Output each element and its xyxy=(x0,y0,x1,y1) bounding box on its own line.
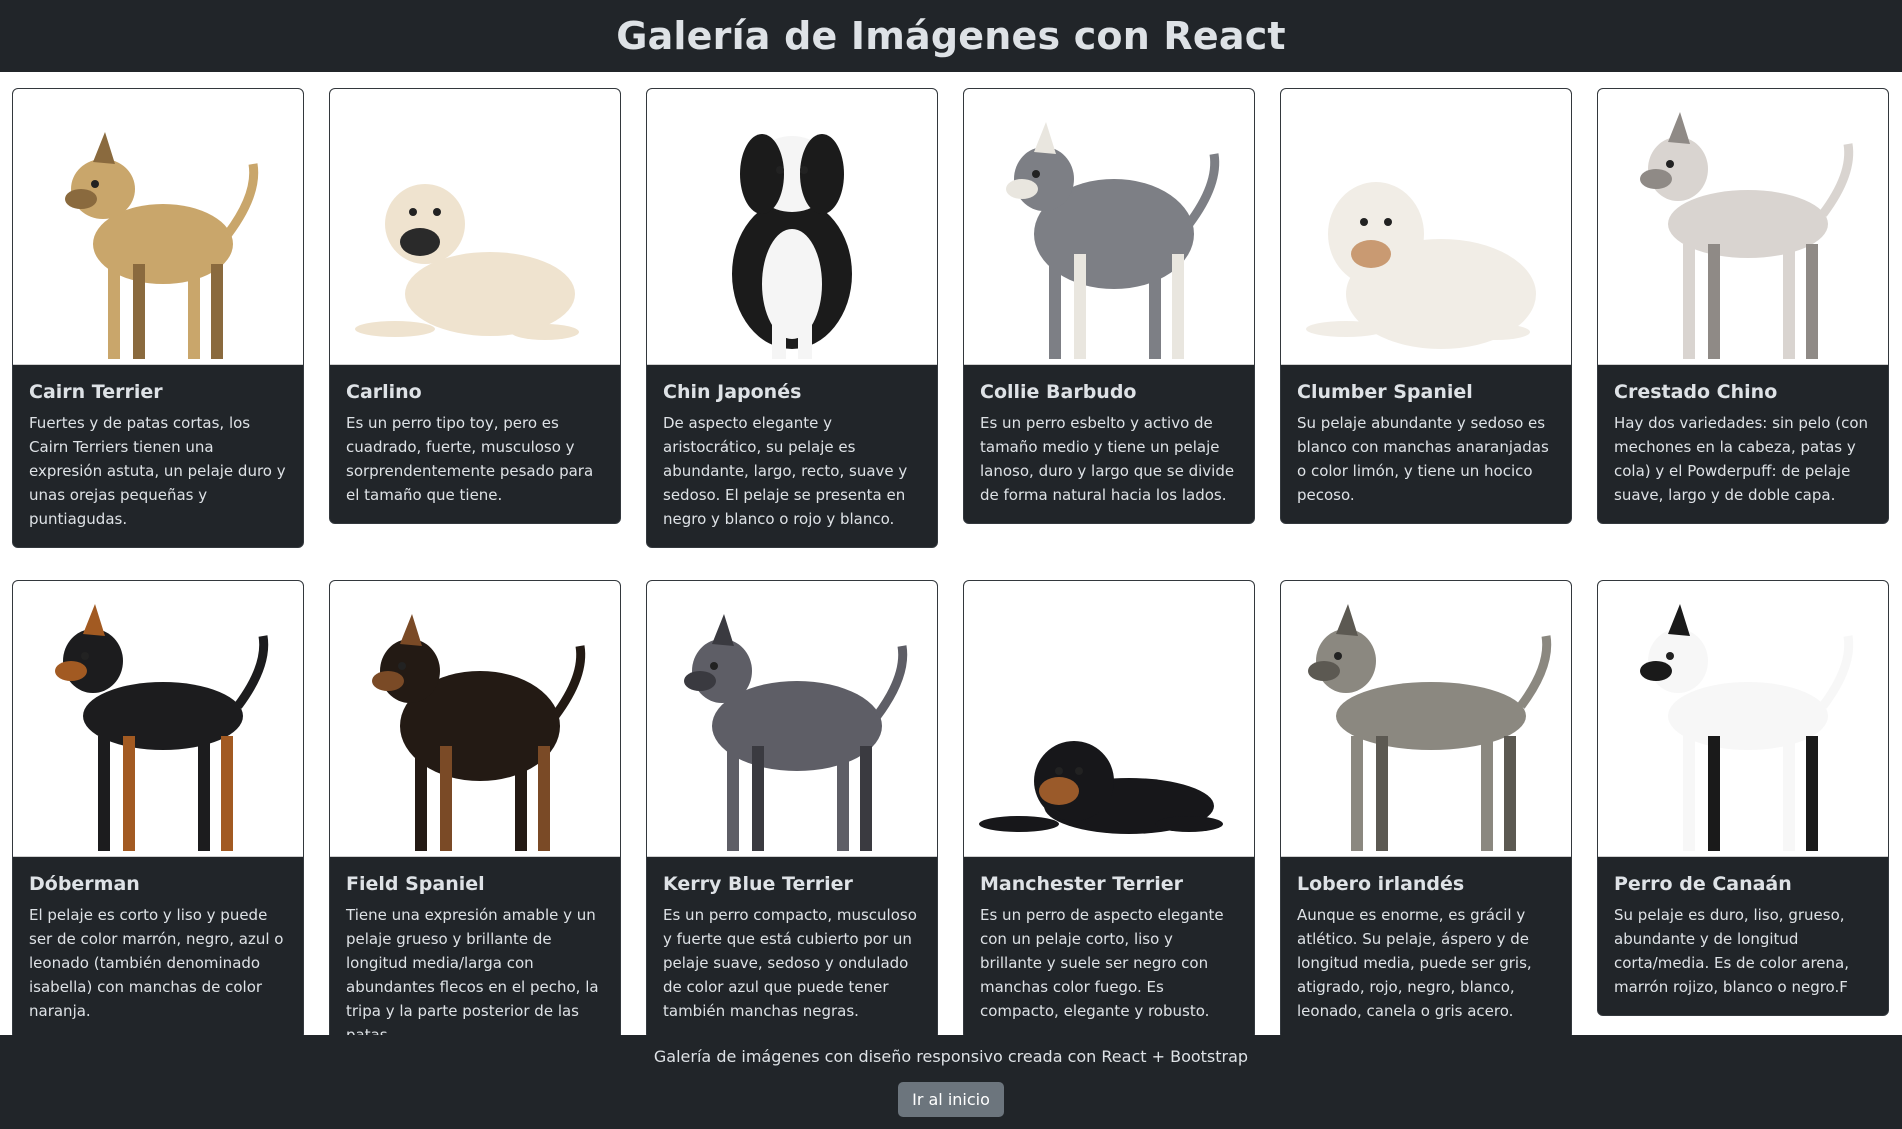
card-image xyxy=(647,89,937,365)
card-image xyxy=(1281,581,1571,857)
card-title: Cairn Terrier xyxy=(29,381,163,403)
card-image xyxy=(1598,581,1888,857)
collie-barbudo-photo xyxy=(1006,122,1220,359)
gallery-card: Collie Barbudo Es un perro esbelto y act… xyxy=(963,88,1255,524)
clumber-spaniel-photo xyxy=(1306,182,1536,349)
card-title: Crestado Chino xyxy=(1614,381,1778,403)
card-text: Es un perro de aspecto elegante con un p… xyxy=(980,906,1224,1020)
card-body: Lobero irlandés Aunque es enorme, es grá… xyxy=(1281,857,1571,1039)
gallery-card: Field Spaniel Tiene una expresión amable… xyxy=(329,580,621,1064)
card-text: Tiene una expresión amable y un pelaje g… xyxy=(346,906,599,1044)
card-body: Cairn Terrier Fuertes y de patas cortas,… xyxy=(13,365,303,547)
card-body: Perro de Canaán Su pelaje es duro, liso,… xyxy=(1598,857,1888,1015)
card-title: Collie Barbudo xyxy=(980,381,1137,403)
gallery-card: Dóberman El pelaje es corto y liso y pue… xyxy=(12,580,304,1040)
card-title: Kerry Blue Terrier xyxy=(663,873,853,895)
card-title: Chin Japonés xyxy=(663,381,802,403)
card-text: De aspecto elegante y aristocrático, su … xyxy=(663,414,908,528)
perro-de-canaan-photo xyxy=(1640,604,1854,851)
card-text: Hay dos variedades: sin pelo (con mechon… xyxy=(1614,414,1869,504)
gallery-card: Perro de Canaán Su pelaje es duro, liso,… xyxy=(1597,580,1889,1016)
gallery-card: Chin Japonés De aspecto elegante y arist… xyxy=(646,88,938,548)
cairn-terrier-photo xyxy=(65,132,259,359)
card-image xyxy=(1281,89,1571,365)
gallery-card: Crestado Chino Hay dos variedades: sin p… xyxy=(1597,88,1889,524)
carlino-photo xyxy=(355,184,579,340)
lobero-irlandes-photo xyxy=(1308,604,1552,851)
gallery-card: Kerry Blue Terrier Es un perro compacto,… xyxy=(646,580,938,1040)
card-image xyxy=(330,89,620,365)
card-title: Carlino xyxy=(346,381,422,403)
card-image xyxy=(964,581,1254,857)
card-image xyxy=(13,581,303,857)
card-body: Manchester Terrier Es un perro de aspect… xyxy=(964,857,1254,1039)
card-body: Collie Barbudo Es un perro esbelto y act… xyxy=(964,365,1254,523)
gallery-card: Carlino Es un perro tipo toy, pero es cu… xyxy=(329,88,621,524)
kerry-blue-terrier-photo xyxy=(684,614,908,851)
card-image xyxy=(1598,89,1888,365)
gallery-card: Cairn Terrier Fuertes y de patas cortas,… xyxy=(12,88,304,548)
gallery-card: Manchester Terrier Es un perro de aspect… xyxy=(963,580,1255,1040)
card-title: Perro de Canaán xyxy=(1614,873,1792,895)
card-title: Lobero irlandés xyxy=(1297,873,1465,895)
card-body: Clumber Spaniel Su pelaje abundante y se… xyxy=(1281,365,1571,523)
card-title: Clumber Spaniel xyxy=(1297,381,1473,403)
card-image xyxy=(13,89,303,365)
card-body: Chin Japonés De aspecto elegante y arist… xyxy=(647,365,937,547)
card-title: Dóberman xyxy=(29,873,140,895)
card-text: Su pelaje es duro, liso, grueso, abundan… xyxy=(1614,906,1849,996)
crestado-chino-photo xyxy=(1640,112,1854,359)
card-title: Field Spaniel xyxy=(346,873,485,895)
card-body: Crestado Chino Hay dos variedades: sin p… xyxy=(1598,365,1888,523)
field-spaniel-photo xyxy=(372,614,586,851)
gallery-grid: Cairn Terrier Fuertes y de patas cortas,… xyxy=(12,88,1892,1064)
card-body: Kerry Blue Terrier Es un perro compacto,… xyxy=(647,857,937,1039)
card-body: Dóberman El pelaje es corto y liso y pue… xyxy=(13,857,303,1039)
card-text: Aunque es enorme, es grácil y atlético. … xyxy=(1297,906,1532,1020)
card-text: Es un perro esbelto y activo de tamaño m… xyxy=(980,414,1235,504)
page-footer: Galería de imágenes con diseño responsiv… xyxy=(0,1035,1902,1129)
card-text: Su pelaje abundante y sedoso es blanco c… xyxy=(1297,414,1549,504)
gallery-card: Lobero irlandés Aunque es enorme, es grá… xyxy=(1280,580,1572,1040)
card-text: Fuertes y de patas cortas, los Cairn Ter… xyxy=(29,414,286,528)
card-image xyxy=(330,581,620,857)
card-body: Field Spaniel Tiene una expresión amable… xyxy=(330,857,620,1063)
page-header: Galería de Imágenes con React xyxy=(0,0,1902,72)
manchester-terrier-photo xyxy=(979,741,1223,834)
go-home-button[interactable]: Ir al inicio xyxy=(898,1082,1004,1117)
card-text: Es un perro compacto, musculoso y fuerte… xyxy=(663,906,917,1020)
chin-japones-photo xyxy=(732,134,852,359)
card-text: Es un perro tipo toy, pero es cuadrado, … xyxy=(346,414,594,504)
footer-text: Galería de imágenes con diseño responsiv… xyxy=(653,1047,1249,1066)
page-title: Galería de Imágenes con React xyxy=(616,14,1286,58)
card-text: El pelaje es corto y liso y puede ser de… xyxy=(29,906,284,1020)
card-image xyxy=(647,581,937,857)
gallery-card: Clumber Spaniel Su pelaje abundante y se… xyxy=(1280,88,1572,524)
card-body: Carlino Es un perro tipo toy, pero es cu… xyxy=(330,365,620,523)
doberman-photo xyxy=(55,604,269,851)
card-image xyxy=(964,89,1254,365)
card-title: Manchester Terrier xyxy=(980,873,1184,895)
